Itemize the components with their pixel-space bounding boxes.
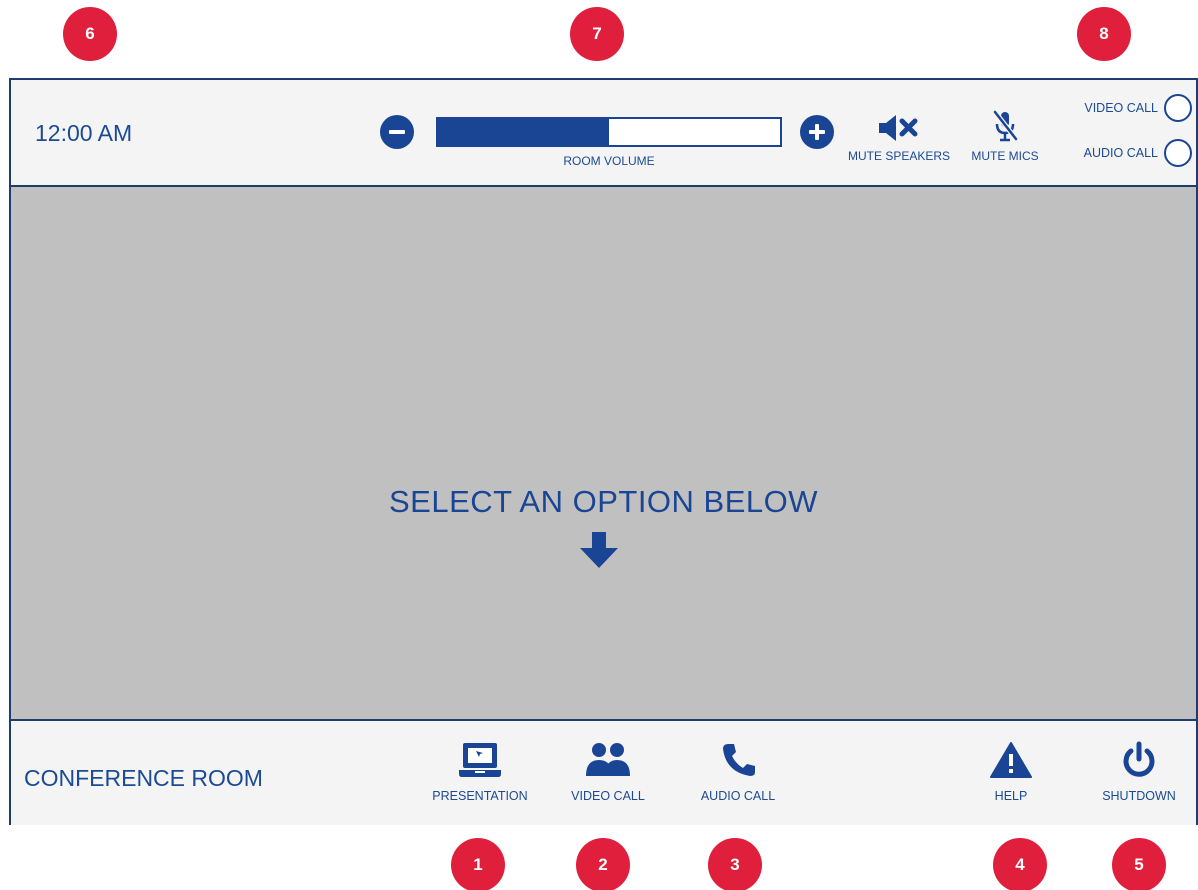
audio-call-label: AUDIO CALL bbox=[700, 789, 776, 803]
callout-badge-1: 1 bbox=[451, 838, 505, 890]
video-call-status-indicator bbox=[1164, 94, 1192, 122]
top-bar: 12:00 AM ROOM VOLUME MUTE SPEAKERS MUTE … bbox=[11, 80, 1196, 187]
callout-badge-2: 2 bbox=[576, 838, 630, 890]
callout-badge-5: 5 bbox=[1112, 838, 1166, 890]
presentation-label: PRESENTATION bbox=[432, 789, 528, 803]
volume-slider[interactable] bbox=[436, 117, 782, 147]
minus-icon bbox=[389, 130, 405, 134]
audio-call-status: AUDIO CALL bbox=[1084, 139, 1192, 167]
presentation-button[interactable]: PRESENTATION bbox=[421, 741, 539, 803]
volume-label: ROOM VOLUME bbox=[563, 154, 655, 168]
speaker-mute-icon bbox=[879, 115, 918, 141]
mute-speakers-label: MUTE SPEAKERS bbox=[847, 149, 951, 163]
control-panel: 12:00 AM ROOM VOLUME MUTE SPEAKERS MUTE … bbox=[9, 78, 1198, 825]
mic-mute-icon bbox=[993, 110, 1018, 142]
callout-badge-3: 3 bbox=[708, 838, 762, 890]
audio-call-status-label: AUDIO CALL bbox=[1083, 146, 1158, 160]
people-icon bbox=[586, 743, 630, 776]
room-name: CONFERENCE ROOM bbox=[24, 765, 263, 791]
power-icon bbox=[1123, 741, 1155, 777]
phone-icon bbox=[723, 744, 755, 776]
shutdown-label: SHUTDOWN bbox=[1102, 789, 1176, 803]
help-button[interactable]: HELP bbox=[976, 741, 1046, 803]
mute-mics-label: MUTE MICS bbox=[971, 149, 1039, 163]
plus-icon-v bbox=[815, 124, 819, 140]
video-call-status-label: VIDEO CALL bbox=[1084, 101, 1158, 115]
select-option-prompt: SELECT AN OPTION BELOW bbox=[388, 484, 819, 519]
content-area: SELECT AN OPTION BELOW bbox=[11, 187, 1196, 719]
clock: 12:00 AM bbox=[35, 120, 133, 146]
audio-call-button[interactable]: AUDIO CALL bbox=[686, 741, 790, 803]
callout-badge-6: 6 bbox=[63, 7, 117, 61]
warning-icon bbox=[990, 742, 1032, 778]
callout-badge-8: 8 bbox=[1077, 7, 1131, 61]
video-call-status: VIDEO CALL bbox=[1084, 94, 1192, 122]
mute-speakers-button[interactable]: MUTE SPEAKERS bbox=[841, 113, 957, 163]
help-label: HELP bbox=[994, 789, 1028, 803]
volume-up-button[interactable] bbox=[800, 115, 834, 149]
volume-down-button[interactable] bbox=[380, 115, 414, 149]
shutdown-button[interactable]: SHUTDOWN bbox=[1091, 741, 1187, 803]
arrow-down-icon bbox=[580, 532, 618, 568]
audio-call-status-indicator bbox=[1164, 139, 1192, 167]
callout-badge-4: 4 bbox=[993, 838, 1047, 890]
mute-mics-button[interactable]: MUTE MICS bbox=[963, 109, 1047, 163]
video-call-button[interactable]: VIDEO CALL bbox=[560, 741, 656, 803]
video-call-label: VIDEO CALL bbox=[571, 789, 645, 803]
laptop-icon bbox=[459, 743, 501, 777]
volume-level-fill bbox=[438, 119, 609, 145]
callout-badge-7: 7 bbox=[570, 7, 624, 61]
bottom-bar: CONFERENCE ROOM PRESENTATION VIDEO CALL bbox=[11, 719, 1196, 825]
